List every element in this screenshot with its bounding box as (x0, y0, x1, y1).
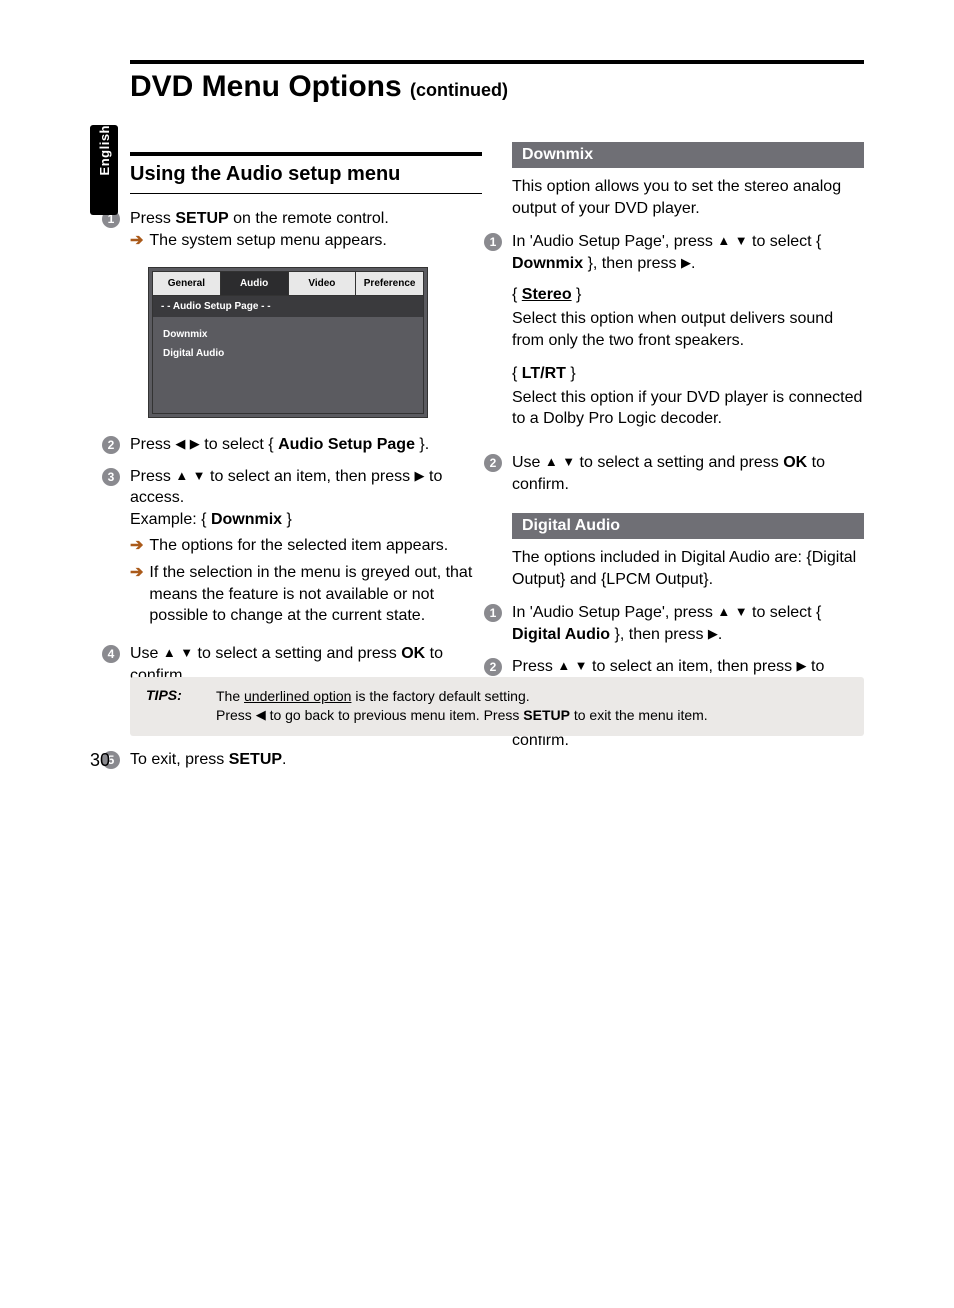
step-2: 2 Press ◀ ▶ to select { Audio Setup Page… (102, 434, 482, 456)
triangle-right-icon: ▶ (681, 254, 691, 272)
option-ltrt: LT/RT (522, 365, 566, 382)
digital-step-1: 1 In 'Audio Setup Page', press ▲ ▼ to se… (484, 602, 864, 645)
triangle-down-icon: ▼ (180, 644, 193, 662)
subhead-downmix: Downmix (512, 142, 864, 168)
step-number-icon: 4 (102, 645, 120, 663)
step-3: 3 Press ▲ ▼ to select an item, then pres… (102, 466, 482, 633)
step-5: 5 To exit, press SETUP. (102, 749, 482, 771)
osd-menu-screenshot: General Audio Video Preference - - Audio… (148, 267, 428, 418)
arrow-right-icon: ➔ (130, 562, 143, 627)
page-title: DVD Menu Options (continued) (130, 66, 864, 112)
triangle-left-icon: ◀ (175, 435, 185, 453)
triangle-right-icon: ▶ (190, 435, 200, 453)
triangle-up-icon: ▲ (557, 657, 570, 675)
step-1: 1 Press SETUP on the remote control. ➔ T… (102, 208, 482, 257)
triangle-left-icon: ◀ (256, 706, 266, 724)
osd-item: Digital Audio (163, 344, 413, 363)
triangle-right-icon: ▶ (797, 657, 807, 675)
language-tab: English (90, 125, 118, 215)
downmix-step-2: 2 Use ▲ ▼ to select a setting and press … (484, 452, 864, 495)
downmix-intro: This option allows you to set the stereo… (512, 176, 864, 219)
step-number-icon: 1 (484, 604, 502, 622)
triangle-up-icon: ▲ (545, 453, 558, 471)
subhead-digital-audio: Digital Audio (512, 513, 864, 539)
step-number-icon: 2 (484, 658, 502, 676)
tips-label: TIPS: (146, 687, 196, 726)
triangle-up-icon: ▲ (175, 467, 188, 485)
digital-intro: The options included in Digital Audio ar… (512, 547, 864, 590)
triangle-up-icon: ▲ (163, 644, 176, 662)
triangle-down-icon: ▼ (575, 657, 588, 675)
arrow-right-icon: ➔ (130, 230, 143, 252)
osd-tab-audio: Audio (221, 272, 289, 295)
triangle-down-icon: ▼ (735, 232, 748, 250)
osd-tab-general: General (153, 272, 221, 295)
triangle-up-icon: ▲ (717, 603, 730, 621)
osd-sub-bar: - - Audio Setup Page - - (152, 296, 424, 317)
option-stereo: Stereo (522, 286, 572, 303)
arrow-right-icon: ➔ (130, 535, 143, 557)
osd-item: Downmix (163, 325, 413, 344)
triangle-right-icon: ▶ (415, 467, 425, 485)
triangle-down-icon: ▼ (193, 467, 206, 485)
triangle-up-icon: ▲ (717, 232, 730, 250)
triangle-right-icon: ▶ (708, 625, 718, 643)
triangle-down-icon: ▼ (735, 603, 748, 621)
language-tab-label: English (97, 125, 112, 187)
title-block: DVD Menu Options (continued) (130, 60, 864, 112)
step-number-icon: 2 (484, 454, 502, 472)
step-number-icon: 3 (102, 468, 120, 486)
osd-tab-video: Video (289, 272, 357, 295)
tips-box: TIPS: The underlined option is the facto… (130, 677, 864, 736)
downmix-step-1: 1 In 'Audio Setup Page', press ▲ ▼ to se… (484, 231, 864, 442)
osd-tab-preference: Preference (356, 272, 423, 295)
step-number-icon: 2 (102, 436, 120, 454)
triangle-down-icon: ▼ (562, 453, 575, 471)
section-heading: Using the Audio setup menu (130, 152, 482, 194)
page-number: 30 (90, 750, 110, 771)
step-number-icon: 1 (484, 233, 502, 251)
